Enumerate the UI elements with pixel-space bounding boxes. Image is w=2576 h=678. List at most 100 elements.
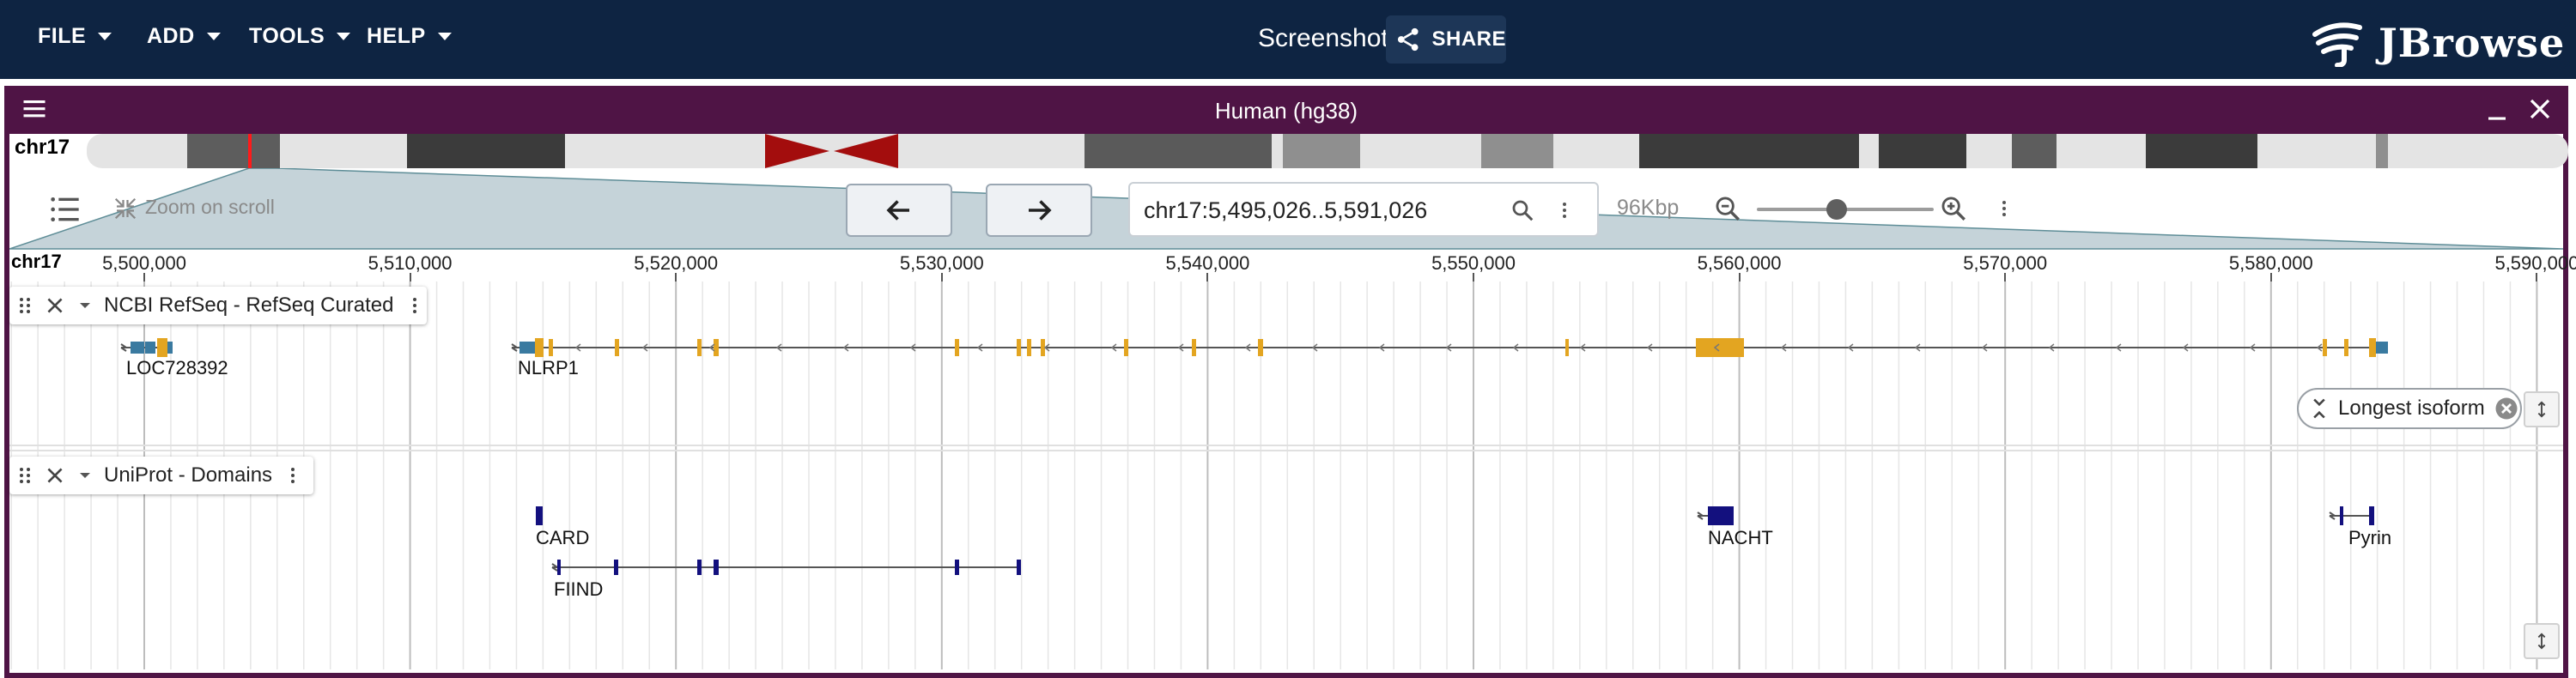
track-resize-button[interactable] (2524, 391, 2560, 427)
zoom-in-icon[interactable] (1939, 194, 1968, 223)
zoom-on-scroll-icon[interactable] (112, 196, 138, 221)
track-label-refseq[interactable]: NCBI RefSeq - RefSeq Curated (9, 287, 427, 324)
feature-label-fiind: FIIND (554, 578, 604, 600)
scroll-left-button[interactable] (846, 184, 952, 237)
search-icon[interactable] (1510, 197, 1535, 223)
chevron-down-icon[interactable] (75, 465, 95, 486)
scalebar-tick-label: 5,530,000 (899, 252, 984, 274)
view-options-icon[interactable] (1994, 196, 2014, 221)
track-name: NCBI RefSeq - RefSeq Curated (104, 294, 394, 317)
track-area: LOC728392 NLRP1 NCBI RefSeq - RefSeq Cur… (9, 281, 2563, 669)
zoom-out-icon[interactable] (1713, 194, 1742, 223)
ideogram-band (1084, 134, 1272, 168)
zoom-on-scroll-label[interactable]: Zoom on scroll (145, 196, 275, 219)
resize-vertical-icon (2537, 401, 2546, 418)
scalebar-tick-label: 5,520,000 (634, 252, 719, 274)
scalebar-chromosome-label: chr17 (11, 251, 62, 272)
chromosome-ideogram[interactable] (87, 134, 2568, 168)
ideogram-band (2376, 134, 2388, 168)
track-selector-icon[interactable] (47, 192, 82, 227)
drag-handle-icon[interactable] (15, 464, 35, 487)
scalebar-tick-label: 5,510,000 (368, 252, 453, 274)
ideogram-current-region (248, 134, 252, 168)
zoom-slider[interactable] (1757, 199, 1934, 220)
share-button[interactable]: SHARE (1386, 15, 1506, 64)
navigation-controls: Zoom on scroll chr17:5,495,026..5,591,02… (9, 172, 2563, 249)
add-menu-label: ADD (147, 24, 195, 48)
session-title[interactable]: Screenshot (1258, 24, 1388, 53)
feature-label-nacht: NACHT (1708, 527, 1773, 548)
scalebar-tick-label: 5,570,000 (1963, 252, 2048, 274)
chevron-down-icon[interactable] (75, 295, 95, 316)
resize-vertical-icon (2537, 633, 2546, 650)
track-name: UniProt - Domains (104, 463, 273, 487)
location-search-input[interactable]: chr17:5,495,026..5,591,026 (1128, 182, 1599, 237)
cancel-icon[interactable] (2494, 396, 2519, 421)
scalebar-tick (409, 273, 411, 281)
ideogram-band (2146, 134, 2257, 168)
scalebar-tick (2004, 273, 2007, 281)
close-track-icon[interactable] (44, 464, 66, 487)
more-vert-icon[interactable] (1554, 197, 1575, 223)
logo-text: JBrowse (2379, 20, 2566, 66)
ideogram-band (1481, 134, 1553, 168)
scalebar-tick (675, 273, 677, 281)
location-text[interactable]: chr17:5,495,026..5,591,026 (1144, 197, 1427, 224)
arrow-right-icon (1029, 200, 1052, 221)
minimize-icon[interactable] (2484, 98, 2510, 124)
view-title[interactable]: Human (hg38) (4, 98, 2568, 124)
scalebar-tick-label: 5,580,000 (2228, 252, 2313, 274)
caret-down-icon (206, 33, 221, 40)
domain-fiind[interactable] (551, 560, 1021, 575)
scalebar-tick-label: 5,590,000 (2494, 252, 2576, 274)
domain-card[interactable] (536, 506, 543, 525)
track-resize-button[interactable] (2524, 623, 2560, 659)
ideogram-band (187, 134, 280, 168)
track-divider (9, 445, 2563, 446)
tools-menu[interactable]: TOOLS (249, 24, 351, 49)
track-menu-icon[interactable] (404, 294, 425, 317)
share-label: SHARE (1431, 27, 1506, 51)
app-bar: FILE ADD TOOLS HELP Screenshot SHARE JBr… (0, 0, 2576, 79)
gene-nlrp1[interactable] (511, 338, 2388, 357)
scalebar-tick (2269, 273, 2272, 281)
jbrowse-logo: JBrowse (2310, 19, 2565, 67)
view-header: Human (hg38) (4, 86, 2568, 134)
chip-label: Longest isoform (2338, 397, 2485, 420)
zoom-slider-thumb[interactable] (1826, 199, 1847, 220)
scalebar-tick (1206, 273, 1209, 281)
longest-isoform-chip[interactable]: Longest isoform (2297, 388, 2522, 429)
scalebar-tick-label: 5,550,000 (1431, 252, 1516, 274)
ideogram-band (1879, 134, 1966, 168)
file-menu-label: FILE (38, 24, 87, 48)
caret-down-icon (337, 33, 351, 40)
scroll-right-button[interactable] (986, 184, 1092, 237)
track-label-uniprot[interactable]: UniProt - Domains (9, 457, 313, 494)
feature-label-loc728392: LOC728392 (126, 357, 228, 378)
add-menu[interactable]: ADD (147, 24, 221, 49)
scalebar-tick (940, 273, 943, 281)
ideogram-band (2012, 134, 2057, 168)
scalebar-tick-label: 5,500,000 (102, 252, 186, 274)
help-menu[interactable]: HELP (367, 24, 452, 49)
caret-down-icon (437, 33, 452, 40)
track-menu-icon[interactable] (283, 464, 303, 487)
drag-handle-icon[interactable] (15, 294, 35, 317)
help-menu-label: HELP (367, 24, 426, 48)
close-track-icon[interactable] (44, 294, 66, 317)
domain-nacht[interactable] (1697, 506, 1734, 525)
gene-loc728392[interactable] (120, 338, 173, 357)
feature-label-pyrin: Pyrin (2348, 527, 2392, 548)
scalebar-tick (143, 273, 145, 281)
feature-label-nlrp1: NLRP1 (518, 357, 579, 378)
ideogram-band (1283, 134, 1360, 168)
file-menu[interactable]: FILE (38, 24, 112, 49)
scalebar-tick (1738, 273, 1741, 281)
ideogram-row: chr17 (9, 134, 2568, 168)
share-icon (1397, 27, 1419, 51)
close-view-icon[interactable] (2527, 96, 2553, 122)
domain-pyrin[interactable] (2329, 506, 2374, 525)
ideogram-chromosome-label: chr17 (15, 136, 70, 159)
uniprot-track-canvas (536, 506, 2374, 575)
ideogram-band (407, 134, 565, 168)
